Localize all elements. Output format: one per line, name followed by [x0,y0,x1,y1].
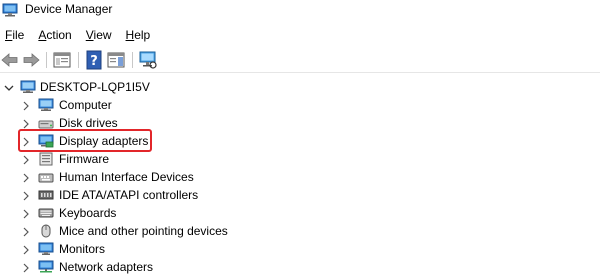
back-arrow-icon[interactable] [0,50,20,70]
window-title: Device Manager [25,2,113,16]
mouse-icon [41,224,51,238]
computer-icon [38,98,54,111]
toolbar: ? [0,48,600,73]
computer-root-icon [20,80,36,93]
menu-bar: File Action View Help [0,24,157,46]
scan-hardware-icon[interactable] [138,50,158,70]
chevron-right-icon[interactable] [21,245,31,255]
ide-controller-icon [38,190,54,200]
hid-icon [38,173,54,183]
chevron-down-icon[interactable] [4,83,14,93]
tree-item-label[interactable]: Human Interface Devices [59,168,194,186]
menu-file[interactable]: File [0,24,31,46]
chevron-right-icon[interactable] [21,227,31,237]
device-manager-icon [2,3,18,17]
toolbar-separator [46,52,47,68]
toolbar-separator [78,52,79,68]
menu-view[interactable]: View [79,24,119,46]
tree-root-label[interactable]: DESKTOP-LQP1I5V [40,78,150,96]
menu-help[interactable]: Help [119,24,158,46]
chevron-right-icon[interactable] [21,191,31,201]
network-adapter-icon [38,260,54,273]
tree-item-label[interactable]: Network adapters [59,258,153,276]
help-icon[interactable]: ? [84,50,104,70]
disk-drive-icon [38,120,54,129]
forward-arrow-icon[interactable] [21,50,41,70]
title-bar: Device Manager [0,0,600,22]
chevron-right-icon[interactable] [21,137,31,147]
tree-item-label[interactable]: Computer [59,96,112,114]
keyboard-icon [38,208,54,218]
monitor-icon [38,242,54,255]
tree-item-label[interactable]: Keyboards [59,204,116,222]
chevron-right-icon[interactable] [21,119,31,129]
tree-item-label[interactable]: Firmware [59,150,109,168]
chevron-right-icon[interactable] [21,155,31,165]
chevron-right-icon[interactable] [21,101,31,111]
tree-item-label[interactable]: Mice and other pointing devices [59,222,228,240]
tree-item-label[interactable]: Display adapters [59,132,148,150]
tree-item-label[interactable]: IDE ATA/ATAPI controllers [59,186,198,204]
svg-text:?: ? [90,54,98,69]
display-adapter-icon [38,134,54,148]
tree-item-label[interactable]: Monitors [59,240,105,258]
properties-window-icon[interactable] [52,50,72,70]
firmware-icon [39,152,53,166]
action-pane-icon[interactable] [106,50,126,70]
chevron-right-icon[interactable] [21,263,31,273]
menu-action[interactable]: Action [31,24,78,46]
chevron-right-icon[interactable] [21,173,31,183]
toolbar-separator [132,52,133,68]
chevron-right-icon[interactable] [21,209,31,219]
